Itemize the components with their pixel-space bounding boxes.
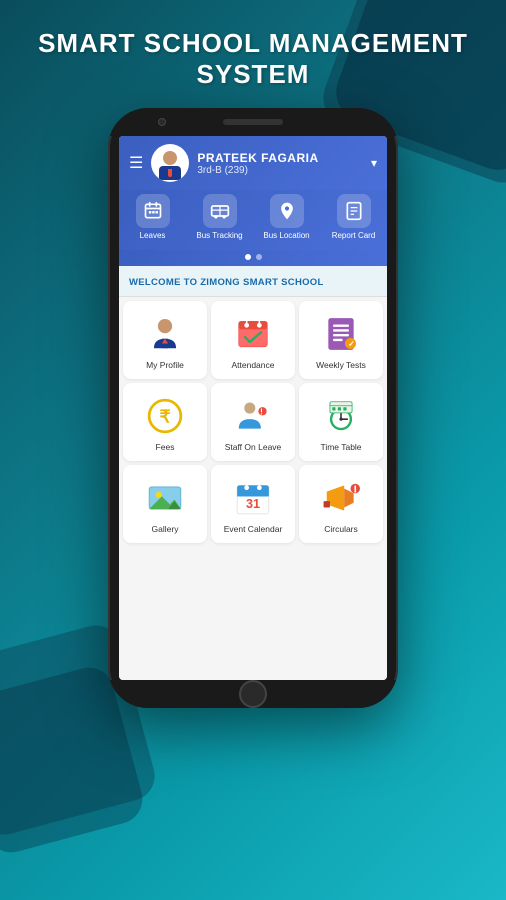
grid-item-attendance[interactable]: Attendance (211, 301, 295, 379)
event-calendar-icon: 31 (232, 477, 274, 519)
quick-action-bus-location[interactable]: Bus Location (259, 194, 314, 240)
gallery-icon (144, 477, 186, 519)
grid-item-staff-on-leave[interactable]: ! Staff On Leave (211, 383, 295, 461)
phone-frame: ☰ PRATEEK FAGARIA 3rd-B (239) ▾ (108, 108, 398, 708)
user-info: PRATEEK FAGARIA 3rd-B (239) (197, 151, 363, 176)
user-avatar (151, 144, 189, 182)
svg-text:₹: ₹ (159, 406, 170, 426)
avatar-head (163, 151, 177, 165)
leaves-icon (136, 194, 170, 228)
avatar-tie (168, 169, 172, 177)
user-class: 3rd-B (239) (197, 165, 363, 176)
dots-indicator (119, 250, 387, 266)
attendance-label: Attendance (231, 360, 274, 370)
circulars-icon (320, 477, 362, 519)
grid-item-my-profile[interactable]: My Profile (123, 301, 207, 379)
grid-row-3: Gallery 31 (123, 465, 383, 543)
grid-item-fees[interactable]: ₹ Fees (123, 383, 207, 461)
svg-text:31: 31 (246, 497, 260, 511)
quick-action-bus-tracking[interactable]: Bus Tracking (192, 194, 247, 240)
report-card-label: Report Card (332, 231, 376, 240)
grid-menu: My Profile Attenda (119, 297, 387, 680)
app-title-line2: SYSTEM (197, 59, 310, 89)
report-card-icon (337, 194, 371, 228)
phone-screen: ☰ PRATEEK FAGARIA 3rd-B (239) ▾ (119, 136, 387, 680)
dot-2[interactable] (256, 254, 262, 260)
gallery-label: Gallery (152, 524, 179, 534)
phone-speaker (223, 119, 283, 125)
grid-row-2: ₹ Fees ! Staff On Leave (123, 383, 383, 461)
time-table-icon (320, 395, 362, 437)
my-profile-icon (144, 313, 186, 355)
staff-on-leave-label: Staff On Leave (225, 442, 282, 452)
dot-1[interactable] (245, 254, 251, 260)
circulars-label: Circulars (324, 524, 358, 534)
grid-row-1: My Profile Attenda (123, 301, 383, 379)
my-profile-label: My Profile (146, 360, 184, 370)
staff-on-leave-icon: ! (232, 395, 274, 437)
grid-item-event-calendar[interactable]: 31 Event Calendar (211, 465, 295, 543)
phone-camera (158, 118, 166, 126)
bus-location-label: Bus Location (263, 231, 309, 240)
grid-item-circulars[interactable]: Circulars (299, 465, 383, 543)
welcome-text: WELCOME TO ZIMONG SMART SCHOOL (129, 277, 324, 288)
grid-item-gallery[interactable]: Gallery (123, 465, 207, 543)
app-title-section: SMART SCHOOL MANAGEMENT SYSTEM (18, 0, 488, 100)
weekly-tests-label: Weekly Tests (316, 360, 366, 370)
quick-action-report-card[interactable]: Report Card (326, 194, 381, 240)
home-button[interactable] (239, 680, 267, 708)
quick-action-leaves[interactable]: Leaves (125, 194, 180, 240)
event-calendar-label: Event Calendar (224, 524, 283, 534)
time-table-label: Time Table (320, 442, 361, 452)
bus-tracking-icon (203, 194, 237, 228)
bus-location-icon (270, 194, 304, 228)
dropdown-arrow-icon[interactable]: ▾ (371, 156, 377, 170)
attendance-icon (232, 313, 274, 355)
grid-item-weekly-tests[interactable]: ✓ Weekly Tests (299, 301, 383, 379)
user-name: PRATEEK FAGARIA (197, 151, 363, 165)
hamburger-icon[interactable]: ☰ (129, 153, 143, 173)
leaves-label: Leaves (140, 231, 166, 240)
quick-actions-bar: Leaves Bus Tracking (119, 190, 387, 250)
avatar-body (159, 166, 181, 180)
phone-bottom-bar (108, 680, 398, 708)
fees-icon: ₹ (144, 395, 186, 437)
app-title-line1: SMART SCHOOL MANAGEMENT (38, 28, 468, 58)
fees-label: Fees (156, 442, 175, 452)
svg-text:!: ! (260, 407, 263, 416)
app-header: ☰ PRATEEK FAGARIA 3rd-B (239) ▾ (119, 136, 387, 190)
grid-item-time-table[interactable]: Time Table (299, 383, 383, 461)
welcome-banner: WELCOME TO ZIMONG SMART SCHOOL (119, 266, 387, 297)
phone-top-bar (108, 108, 398, 136)
weekly-tests-icon: ✓ (320, 313, 362, 355)
avatar-figure (151, 144, 189, 182)
bus-tracking-label: Bus Tracking (196, 231, 242, 240)
svg-text:✓: ✓ (348, 340, 355, 349)
